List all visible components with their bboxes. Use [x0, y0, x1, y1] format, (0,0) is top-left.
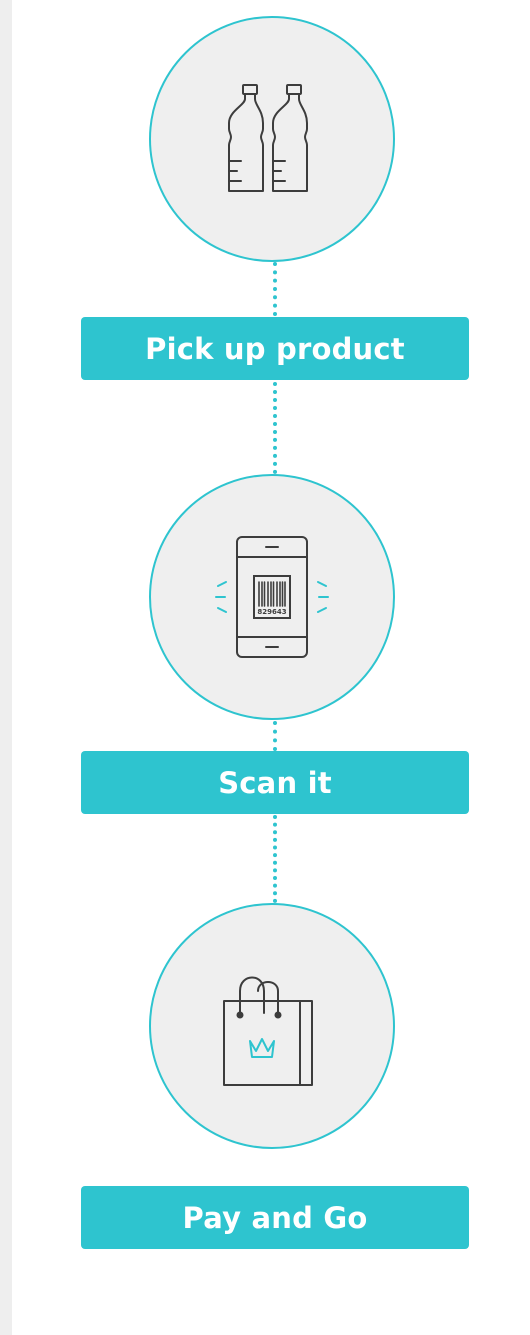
step-2-label: Scan it — [81, 751, 469, 814]
connector-dotted-line — [273, 815, 277, 903]
step-3-icon-circle — [149, 903, 395, 1149]
step-1-label: Pick up product — [81, 317, 469, 380]
barcode-number: 829643 — [257, 608, 286, 616]
step-2-icon-circle: 829643 — [149, 474, 395, 720]
connector-dotted-line — [273, 262, 277, 316]
bottles-icon — [217, 79, 327, 199]
step-1-icon-circle — [149, 16, 395, 262]
shopping-bag-crown-icon — [212, 961, 332, 1091]
phone-barcode-icon: 829643 — [202, 532, 342, 662]
connector-dotted-line — [273, 382, 277, 474]
step-3-label: Pay and Go — [81, 1186, 469, 1249]
left-sidebar-strip — [0, 0, 12, 1335]
connector-dotted-line — [273, 721, 277, 751]
